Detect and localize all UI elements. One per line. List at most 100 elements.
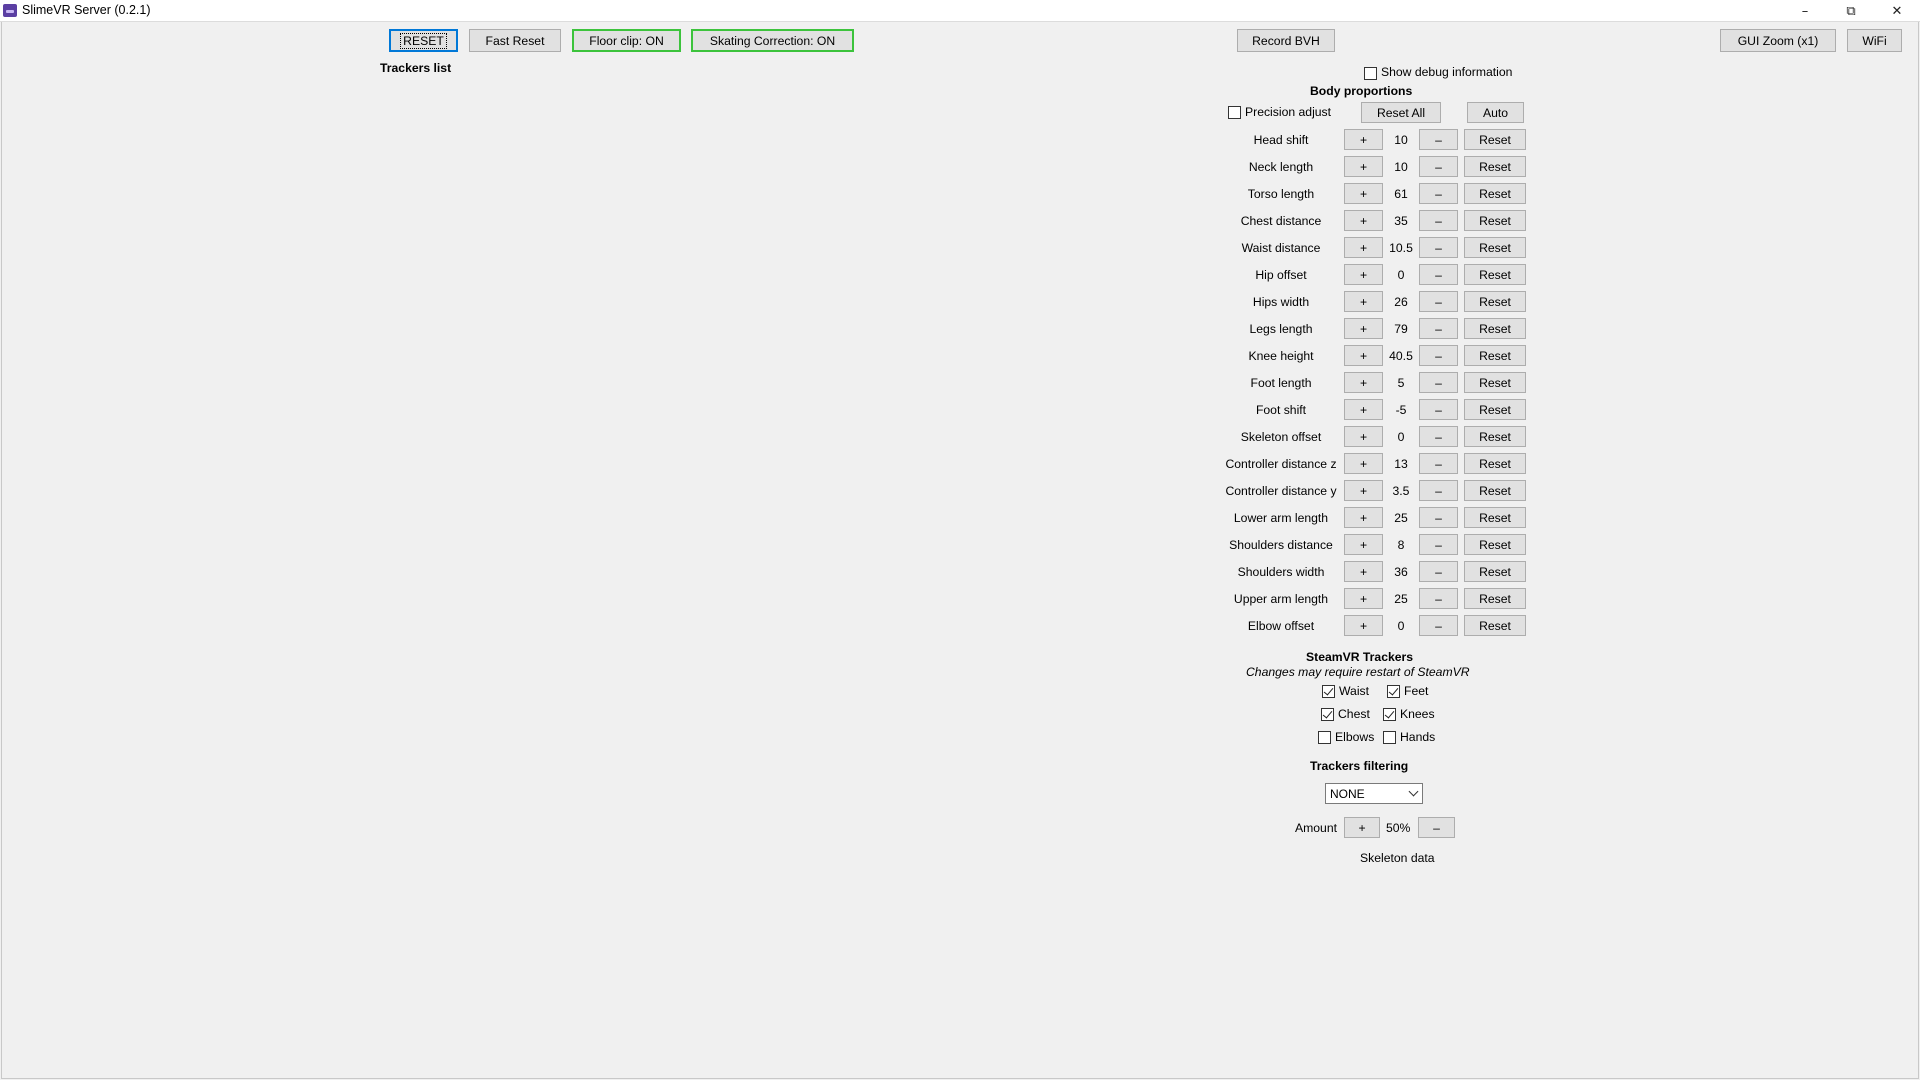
proportion-plus-button[interactable]: + (1344, 318, 1383, 339)
proportion-minus-button[interactable]: – (1419, 534, 1458, 555)
proportion-minus-button[interactable]: – (1419, 453, 1458, 474)
proportion-plus-button[interactable]: + (1344, 345, 1383, 366)
proportion-minus-button[interactable]: – (1419, 615, 1458, 636)
record-bvh-button[interactable]: Record BVH (1237, 29, 1335, 52)
amount-minus-button[interactable]: – (1418, 817, 1455, 838)
proportion-plus-button[interactable]: + (1344, 183, 1383, 204)
chest-checkbox[interactable] (1321, 708, 1334, 721)
proportion-minus-button[interactable]: – (1419, 291, 1458, 312)
proportion-reset-button[interactable]: Reset (1464, 210, 1526, 231)
proportion-minus-button[interactable]: – (1419, 480, 1458, 501)
chevron-down-icon (1408, 786, 1419, 797)
proportion-plus-button[interactable]: + (1344, 534, 1383, 555)
proportion-reset-button[interactable]: Reset (1464, 345, 1526, 366)
proportion-reset-button[interactable]: Reset (1464, 291, 1526, 312)
elbows-label: Elbows (1335, 730, 1375, 744)
proportion-minus-button[interactable]: – (1419, 345, 1458, 366)
proportion-name: Neck length (1248, 160, 1314, 174)
skating-correction-toggle[interactable]: Skating Correction: ON (691, 29, 854, 52)
proportion-minus-button[interactable]: – (1419, 129, 1458, 150)
proportion-minus-button[interactable]: – (1419, 507, 1458, 528)
knees-checkbox[interactable] (1383, 708, 1396, 721)
proportion-plus-button[interactable]: + (1344, 615, 1383, 636)
precision-adjust-checkbox[interactable] (1228, 106, 1241, 119)
floor-clip-toggle[interactable]: Floor clip: ON (572, 29, 681, 52)
proportion-plus-button[interactable]: + (1344, 588, 1383, 609)
proportion-name: Foot length (1250, 376, 1312, 390)
proportion-minus-button[interactable]: – (1419, 372, 1458, 393)
proportion-plus-button[interactable]: + (1344, 372, 1383, 393)
proportion-reset-button[interactable]: Reset (1464, 237, 1526, 258)
proportion-value: 36 (1394, 565, 1408, 579)
proportion-reset-button[interactable]: Reset (1464, 318, 1526, 339)
proportion-reset-button[interactable]: Reset (1464, 129, 1526, 150)
auto-button[interactable]: Auto (1467, 102, 1524, 123)
proportion-plus-button[interactable]: + (1344, 507, 1383, 528)
proportion-reset-button[interactable]: Reset (1464, 480, 1526, 501)
proportion-name: Controller distance z (1225, 457, 1337, 471)
proportion-reset-button[interactable]: Reset (1464, 426, 1526, 447)
proportion-minus-button[interactable]: – (1419, 426, 1458, 447)
proportion-minus-button[interactable]: – (1419, 156, 1458, 177)
proportion-minus-button[interactable]: – (1419, 237, 1458, 258)
proportion-plus-button[interactable]: + (1344, 156, 1383, 177)
show-debug-label: Show debug information (1381, 65, 1513, 79)
proportion-plus-button[interactable]: + (1344, 426, 1383, 447)
proportion-plus-button[interactable]: + (1344, 561, 1383, 582)
proportion-plus-button[interactable]: + (1344, 210, 1383, 231)
proportion-minus-button[interactable]: – (1419, 264, 1458, 285)
gui-zoom-button[interactable]: GUI Zoom (x1) (1720, 29, 1836, 52)
proportion-minus-button[interactable]: – (1419, 318, 1458, 339)
wifi-button[interactable]: WiFi (1847, 29, 1902, 52)
show-debug-checkbox[interactable] (1364, 67, 1377, 80)
proportion-reset-button[interactable]: Reset (1464, 588, 1526, 609)
proportion-name: Elbow offset (1247, 619, 1315, 633)
trackers-filtering-title: Trackers filtering (1310, 759, 1409, 773)
proportion-minus-button[interactable]: – (1419, 210, 1458, 231)
reset-all-button[interactable]: Reset All (1361, 102, 1441, 123)
proportion-reset-button[interactable]: Reset (1464, 372, 1526, 393)
proportion-name: Hip offset (1255, 268, 1307, 282)
proportion-minus-button[interactable]: – (1419, 588, 1458, 609)
waist-checkbox[interactable] (1322, 685, 1335, 698)
amount-label: Amount (1295, 821, 1338, 835)
proportion-name: Lower arm length (1233, 511, 1329, 525)
proportion-reset-button[interactable]: Reset (1464, 615, 1526, 636)
proportion-plus-button[interactable]: + (1344, 480, 1383, 501)
proportion-minus-button[interactable]: – (1419, 399, 1458, 420)
proportion-value: 0 (1397, 430, 1405, 444)
reset-button[interactable]: RESET (389, 29, 458, 52)
proportion-reset-button[interactable]: Reset (1464, 534, 1526, 555)
proportion-reset-button[interactable]: Reset (1464, 264, 1526, 285)
proportion-plus-button[interactable]: + (1344, 399, 1383, 420)
amount-plus-button[interactable]: + (1344, 817, 1380, 838)
proportion-reset-button[interactable]: Reset (1464, 399, 1526, 420)
close-icon[interactable]: ✕ (1874, 0, 1920, 22)
proportion-reset-button[interactable]: Reset (1464, 183, 1526, 204)
proportion-name: Head shift (1253, 133, 1309, 147)
proportion-reset-button[interactable]: Reset (1464, 156, 1526, 177)
proportion-reset-button[interactable]: Reset (1464, 453, 1526, 474)
proportion-value: 3.5 (1392, 484, 1410, 498)
steamvr-trackers-subtitle: Changes may require restart of SteamVR (1246, 665, 1470, 679)
proportion-reset-button[interactable]: Reset (1464, 507, 1526, 528)
hands-checkbox[interactable] (1383, 731, 1396, 744)
proportion-value: 35 (1394, 214, 1408, 228)
proportion-reset-button[interactable]: Reset (1464, 561, 1526, 582)
fast-reset-button[interactable]: Fast Reset (469, 29, 561, 52)
proportion-plus-button[interactable]: + (1344, 237, 1383, 258)
proportion-plus-button[interactable]: + (1344, 264, 1383, 285)
proportion-minus-button[interactable]: – (1419, 183, 1458, 204)
restore-icon[interactable]: ⧉ (1828, 0, 1874, 22)
proportion-plus-button[interactable]: + (1344, 291, 1383, 312)
proportion-plus-button[interactable]: + (1344, 129, 1383, 150)
elbows-checkbox[interactable] (1318, 731, 1331, 744)
proportion-value: 25 (1394, 511, 1408, 525)
minimize-icon[interactable]: – (1782, 0, 1828, 22)
proportion-minus-button[interactable]: – (1419, 561, 1458, 582)
reset-button-label: RESET (400, 32, 447, 49)
feet-checkbox[interactable] (1387, 685, 1400, 698)
feet-label: Feet (1404, 684, 1429, 698)
proportion-plus-button[interactable]: + (1344, 453, 1383, 474)
filtering-type-select[interactable]: NONE (1325, 783, 1423, 804)
